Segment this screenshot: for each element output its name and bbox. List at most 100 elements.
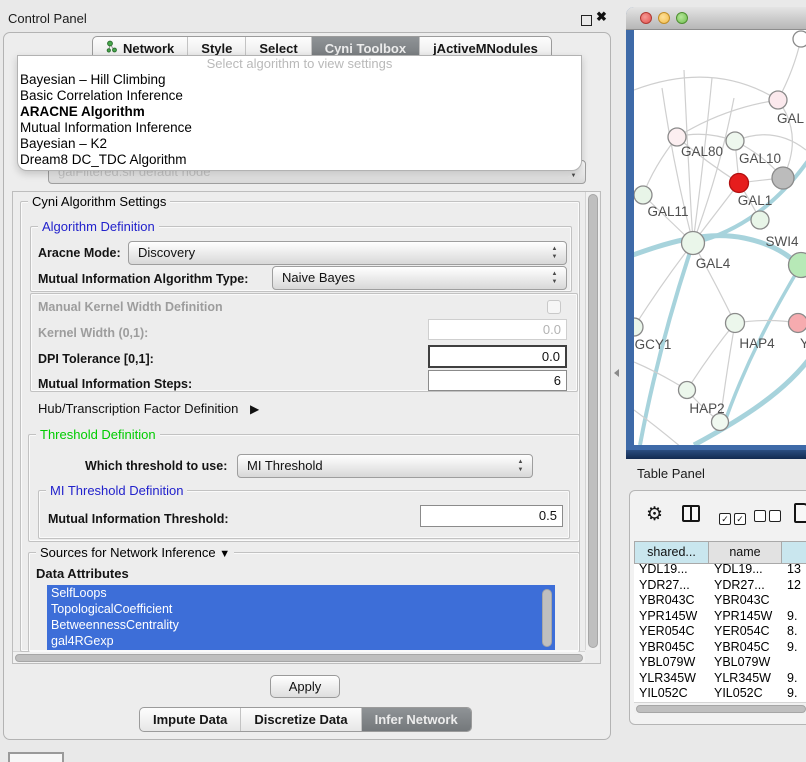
dropdown-item-dream8[interactable]: Dream8 DC_TDC Algorithm bbox=[18, 152, 581, 168]
table-panel-title: Table Panel bbox=[637, 466, 705, 481]
table-row[interactable]: YDR27...YDR27...12 bbox=[634, 578, 806, 594]
data-attributes-list[interactable]: SelfLoops TopologicalCoefficient Between… bbox=[47, 585, 555, 650]
split-columns-icon[interactable] bbox=[682, 505, 700, 522]
node-unlabeled[interactable] bbox=[793, 31, 806, 47]
node-label-gal10: GAL10 bbox=[739, 151, 781, 166]
node-gal1[interactable] bbox=[730, 174, 749, 193]
node-y[interactable] bbox=[789, 314, 806, 333]
settings-vertical-scrollbar[interactable] bbox=[585, 192, 599, 650]
table-row[interactable]: YBL079WYBL079W bbox=[634, 655, 806, 671]
dropdown-item-basic-correlation[interactable]: Basic Correlation Inference bbox=[18, 88, 581, 104]
table-row[interactable]: YER054CYER054C8. bbox=[634, 624, 806, 640]
tab-impute-data[interactable]: Impute Data bbox=[140, 708, 240, 731]
gear-icon[interactable]: ⚙ bbox=[646, 505, 663, 524]
node-label-gcy1: GCY1 bbox=[635, 337, 672, 352]
expander-expanded-icon: ▼ bbox=[219, 548, 230, 560]
close-panel-icon[interactable]: ✖ bbox=[596, 9, 607, 25]
node-gal[interactable] bbox=[769, 91, 787, 109]
which-threshold-combo[interactable]: MI Threshold ▲▼ bbox=[237, 454, 533, 478]
aracne-mode-value: Discovery bbox=[129, 242, 566, 264]
dpi-tolerance-label: DPI Tolerance [0,1]: bbox=[38, 352, 154, 366]
network-canvas[interactable]: GAL GAL80 GAL10 GAL1 GAL11 SWI4 GAL4 GCY… bbox=[634, 30, 806, 445]
tab-discretize-data-label: Discretize Data bbox=[254, 708, 347, 731]
control-panel-title: Control Panel bbox=[8, 11, 87, 26]
new-table-icon[interactable] bbox=[794, 503, 806, 523]
node-hap4[interactable] bbox=[726, 314, 745, 333]
zoom-window-icon[interactable] bbox=[676, 12, 688, 24]
dropdown-placeholder: Select algorithm to view settings bbox=[18, 56, 581, 72]
dropdown-item-mutual-information[interactable]: Mutual Information Inference bbox=[18, 120, 581, 136]
attribute-table[interactable]: shared... name YDL19...YDL19...13 YDR27.… bbox=[634, 541, 806, 703]
table-row[interactable]: YLR345WYLR345W9. bbox=[634, 671, 806, 687]
dropdown-item-bayesian-hill[interactable]: Bayesian – Hill Climbing bbox=[18, 72, 581, 88]
dpi-tolerance-input[interactable]: 0.0 bbox=[428, 345, 567, 368]
table-row[interactable]: YPR145WYPR145W9. bbox=[634, 609, 806, 625]
select-all-columns-icon[interactable]: ✓✓ bbox=[719, 509, 746, 527]
attribute-list-scrollbar[interactable] bbox=[542, 589, 552, 647]
collapsed-panel-box[interactable] bbox=[8, 752, 64, 762]
tab-infer-network[interactable]: Infer Network bbox=[361, 708, 471, 731]
algorithm-dropdown-popup: Select algorithm to view settings Bayesi… bbox=[17, 55, 582, 171]
combo-stepper-icon: ▲▼ bbox=[550, 245, 559, 261]
float-panel-icon[interactable] bbox=[581, 15, 592, 26]
expander-collapsed-icon: ▶ bbox=[250, 402, 259, 416]
list-item-betweennesscentrality[interactable]: BetweennessCentrality bbox=[47, 617, 555, 633]
unselect-all-columns-icon[interactable] bbox=[754, 509, 781, 527]
splitter-collapse-arrow-icon[interactable] bbox=[614, 369, 619, 377]
list-item-selfloops[interactable]: SelfLoops bbox=[47, 585, 555, 601]
aracne-mode-combo[interactable]: Discovery ▲▼ bbox=[128, 241, 567, 265]
node-gal11[interactable] bbox=[634, 186, 652, 204]
node-label-hap2: HAP2 bbox=[689, 401, 724, 416]
node-label-gal: GAL bbox=[777, 111, 805, 126]
table-row[interactable]: YIL052CYIL052C9. bbox=[634, 686, 806, 702]
column-header-shared-name[interactable]: shared... bbox=[634, 541, 709, 564]
manual-kernel-width-checkbox[interactable] bbox=[547, 300, 561, 314]
node-swi4[interactable] bbox=[751, 211, 769, 229]
node-label-hap4: HAP4 bbox=[739, 336, 775, 351]
table-row[interactable]: YBR045CYBR045C9. bbox=[634, 640, 806, 656]
node-label-y: Y bbox=[800, 336, 806, 351]
kernel-width-input[interactable]: 0.0 bbox=[428, 319, 567, 340]
mi-steps-input[interactable]: 6 bbox=[428, 370, 567, 391]
node-label-swi4: SWI4 bbox=[765, 234, 798, 249]
apply-button[interactable]: Apply bbox=[270, 675, 340, 698]
table-horizontal-scrollbar[interactable] bbox=[634, 702, 806, 714]
bottom-tabbar: Impute Data Discretize Data Infer Networ… bbox=[139, 707, 472, 732]
minimize-window-icon[interactable] bbox=[658, 12, 670, 24]
node-gray[interactable] bbox=[772, 167, 794, 189]
node-label-gal1: GAL1 bbox=[738, 193, 773, 208]
mi-steps-label: Mutual Information Steps: bbox=[38, 377, 192, 391]
table-row[interactable]: YBR043CYBR043C bbox=[634, 593, 806, 609]
table-row[interactable]: YDL19...YDL19...13 bbox=[634, 562, 806, 578]
table-header-row: shared... name bbox=[634, 541, 806, 562]
sources-title-text: Sources for Network Inference bbox=[40, 545, 216, 560]
settings-horizontal-scrollbar[interactable] bbox=[13, 651, 585, 663]
tab-discretize-data[interactable]: Discretize Data bbox=[240, 708, 360, 731]
node-bottom[interactable] bbox=[712, 414, 729, 431]
node-hap2[interactable] bbox=[679, 382, 696, 399]
hub-expander[interactable]: Hub/Transcription Factor Definition ▶ bbox=[38, 401, 259, 416]
combo-stepper-icon: ▲▼ bbox=[550, 270, 559, 286]
column-header-name[interactable]: name bbox=[709, 541, 782, 564]
list-item-topologicalcoefficient[interactable]: TopologicalCoefficient bbox=[47, 601, 555, 617]
node-gal10[interactable] bbox=[726, 132, 744, 150]
hub-expander-label: Hub/Transcription Factor Definition bbox=[38, 401, 238, 416]
dropdown-item-bayesian-k2[interactable]: Bayesian – K2 bbox=[18, 136, 581, 152]
close-window-icon[interactable] bbox=[640, 12, 652, 24]
node-label-gal4: GAL4 bbox=[696, 256, 731, 271]
node-gal4[interactable] bbox=[682, 232, 705, 255]
group-title-algorithm-definition: Algorithm Definition bbox=[38, 219, 159, 234]
kernel-width-label: Kernel Width (0,1): bbox=[38, 326, 148, 340]
mi-threshold-input[interactable]: 0.5 bbox=[420, 505, 563, 527]
mi-algorithm-type-combo[interactable]: Naive Bayes ▲▼ bbox=[272, 266, 567, 290]
group-title-sources[interactable]: Sources for Network Inference ▼ bbox=[36, 545, 234, 560]
aracne-mode-label: Aracne Mode: bbox=[38, 246, 121, 260]
group-title-threshold: Threshold Definition bbox=[36, 427, 160, 442]
dropdown-item-aracne[interactable]: ARACNE Algorithm bbox=[18, 104, 581, 120]
combo-stepper-icon: ▲▼ bbox=[516, 458, 525, 474]
list-item-gal4rgexp[interactable]: gal4RGexp bbox=[47, 633, 555, 649]
network-window-titlebar[interactable] bbox=[626, 7, 806, 30]
column-header-third[interactable] bbox=[782, 541, 806, 564]
node-gcy1[interactable] bbox=[634, 318, 643, 336]
network-view-window: GAL GAL80 GAL10 GAL1 GAL11 SWI4 GAL4 GCY… bbox=[626, 7, 806, 459]
